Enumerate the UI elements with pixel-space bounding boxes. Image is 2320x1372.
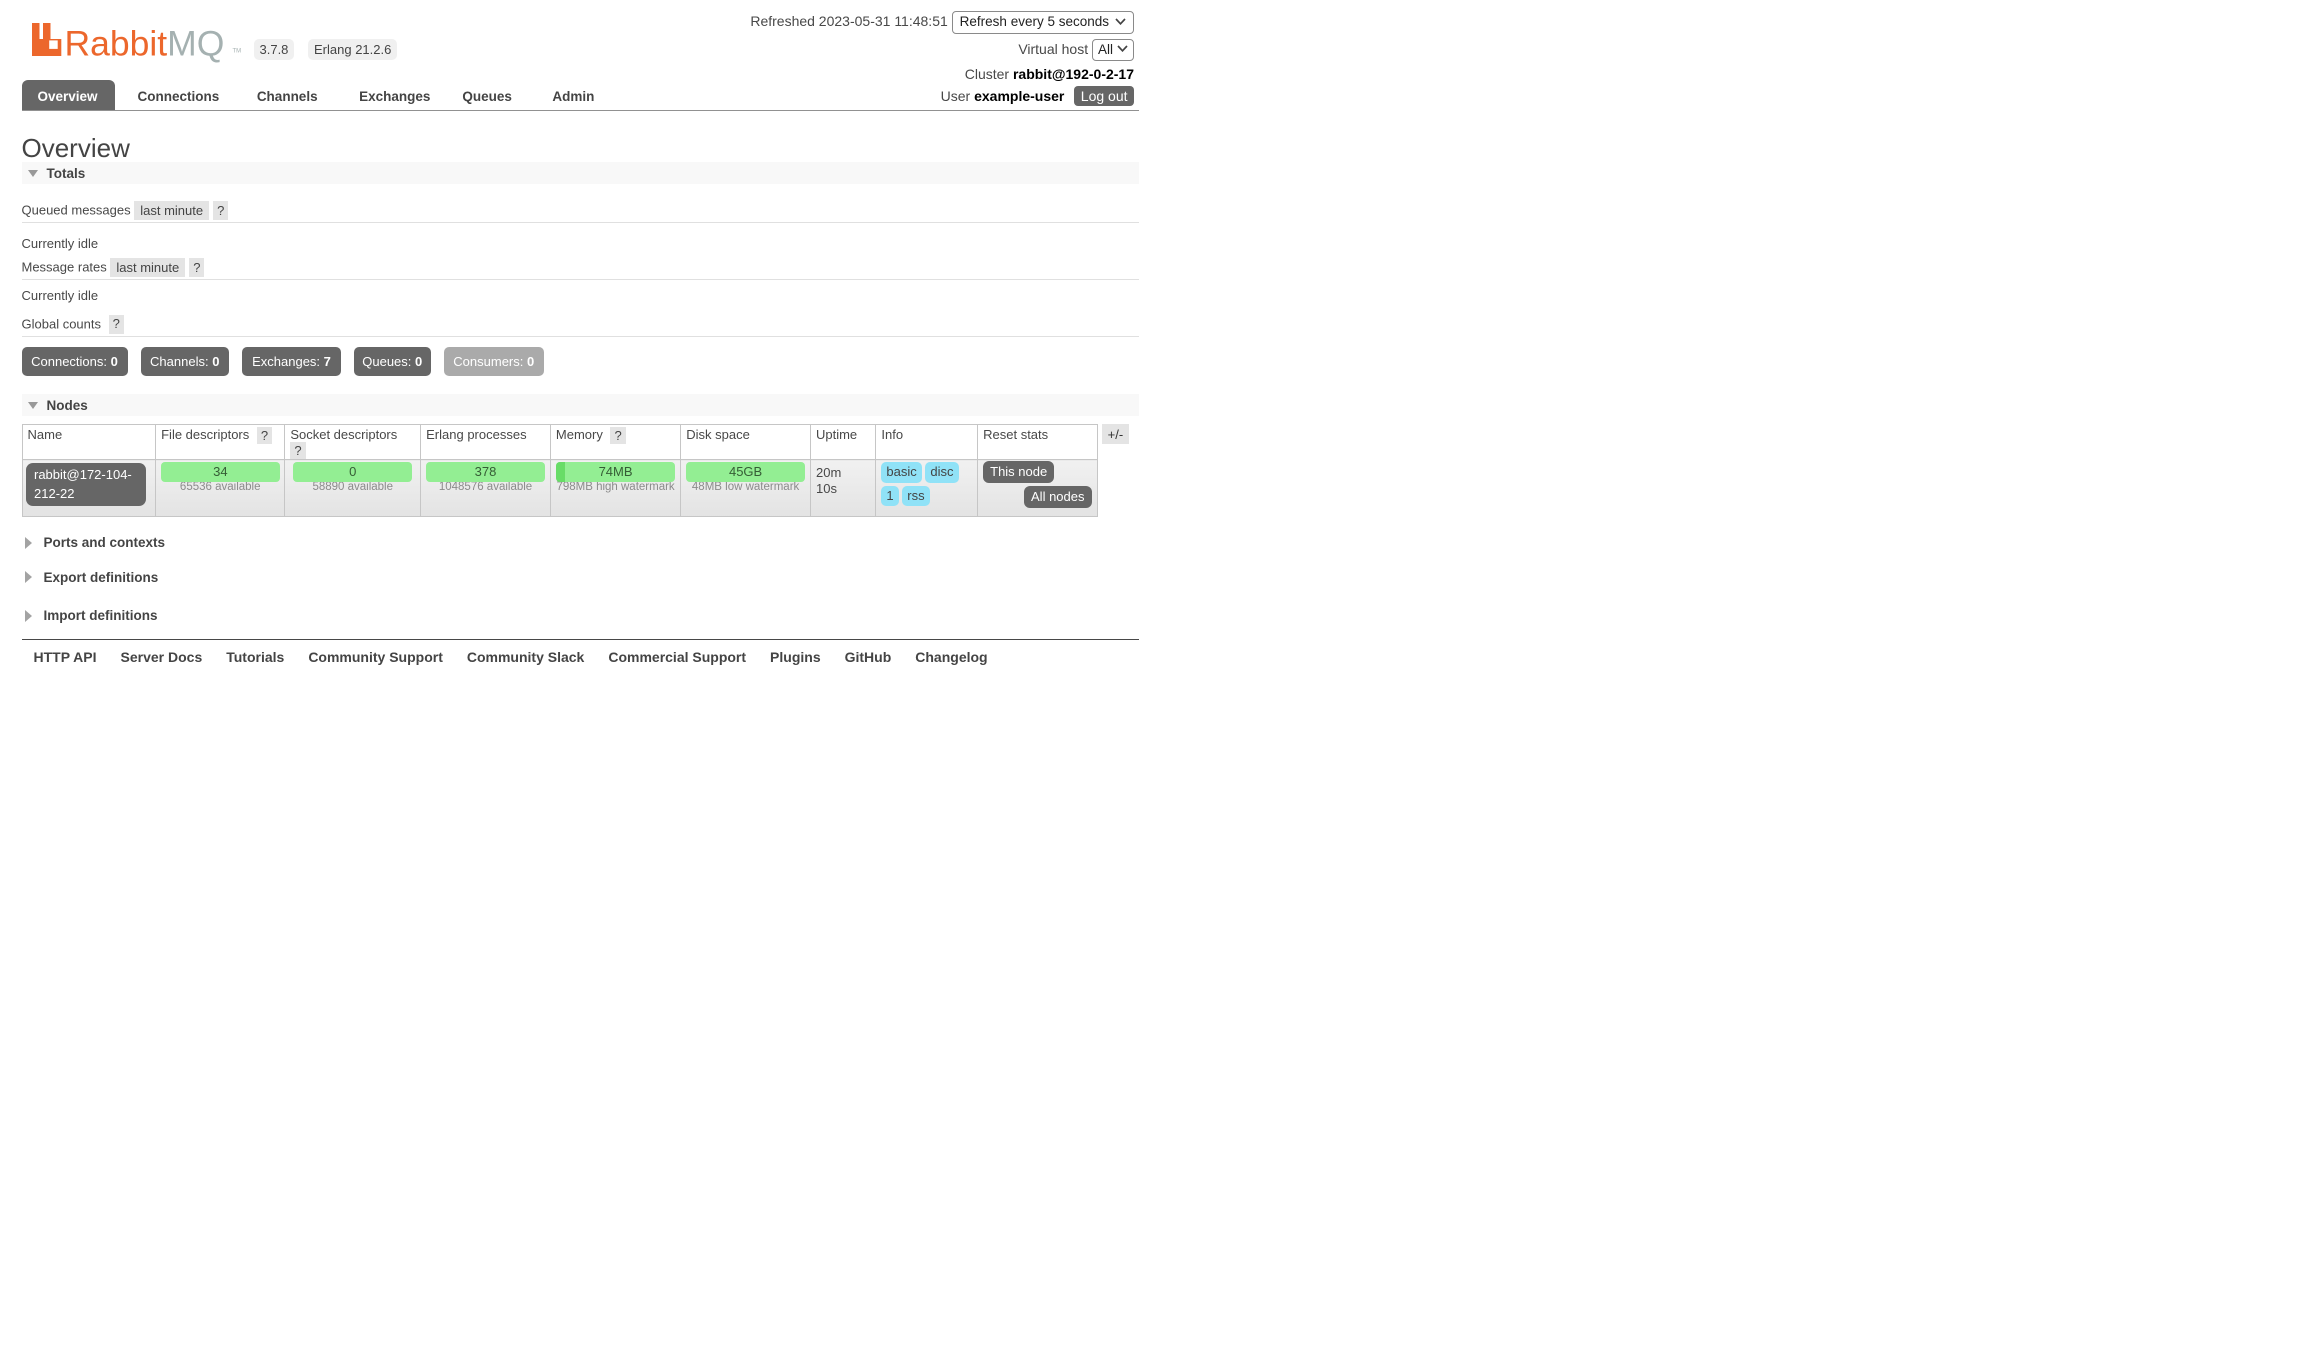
svg-text:RabbitMQ: RabbitMQ	[64, 23, 224, 63]
svg-text:TM: TM	[232, 48, 241, 54]
